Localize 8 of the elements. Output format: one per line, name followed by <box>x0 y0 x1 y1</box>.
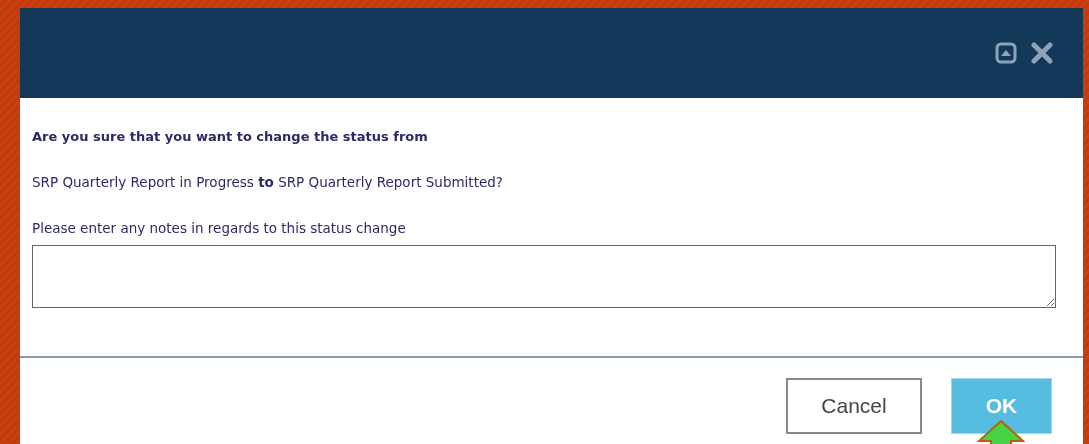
confirmation-question: Are you sure that you want to change the status from <box>32 129 429 144</box>
close-icon[interactable] <box>1031 42 1053 64</box>
status-transition-text: SRP Quarterly Report in Progress to SRP Quarterly Report Submitted? <box>32 174 504 190</box>
notes-field[interactable] <box>32 245 1056 308</box>
arrow-icon <box>977 419 1025 444</box>
notes-label: Please enter any notes in regards to this status change <box>32 220 407 236</box>
restore-icon[interactable] <box>995 42 1017 64</box>
cancel-button[interactable]: Cancel <box>786 378 922 434</box>
